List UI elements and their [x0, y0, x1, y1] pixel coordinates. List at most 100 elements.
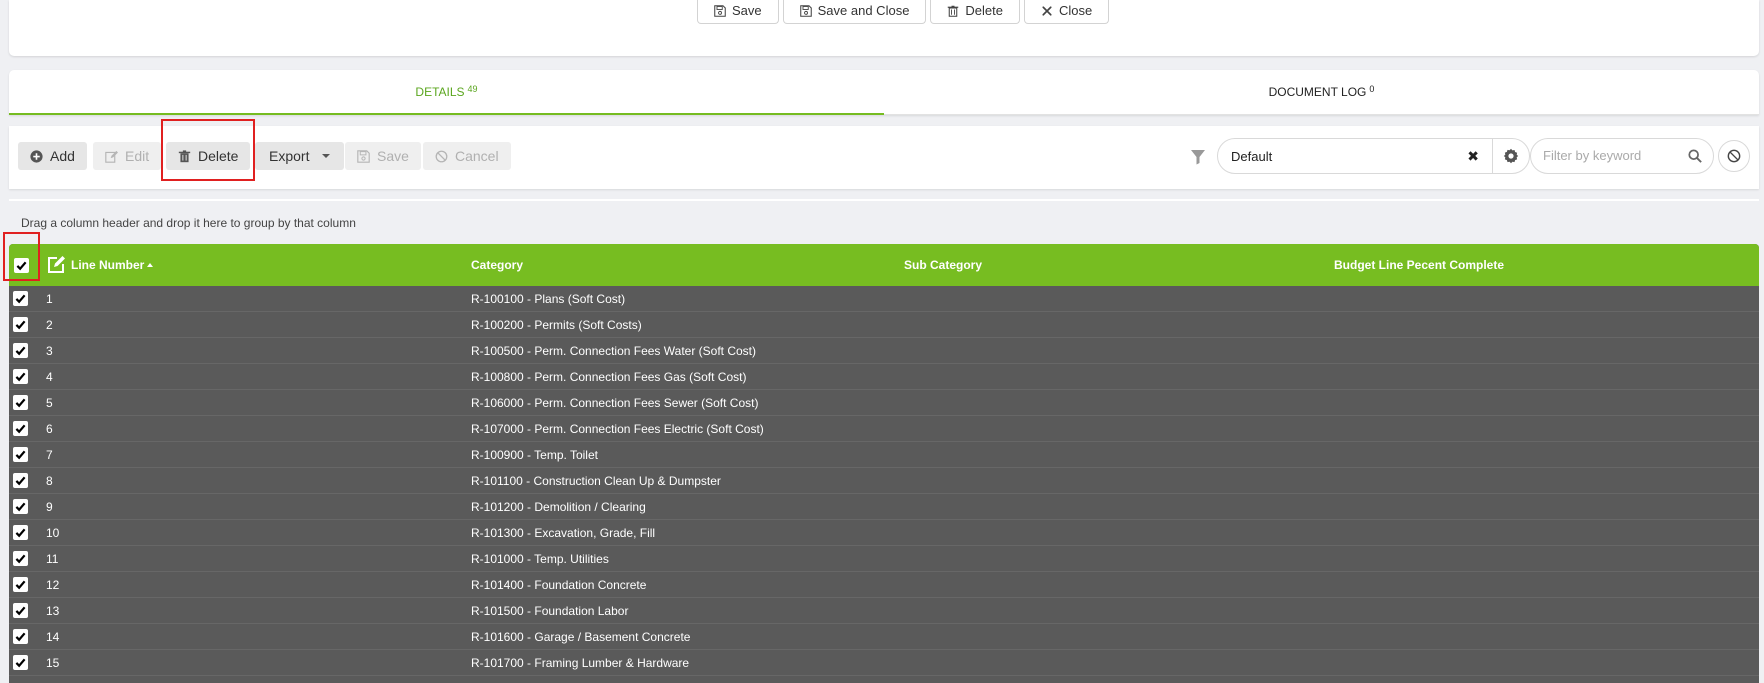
view-selector-value: Default [1231, 149, 1273, 164]
column-header-category[interactable]: Category [471, 258, 523, 272]
column-header-line-number[interactable]: Line Number [71, 258, 154, 272]
row-checkbox[interactable] [13, 629, 28, 644]
checkmark-icon [15, 580, 26, 590]
export-label: Export [269, 148, 310, 164]
save-button[interactable]: Save [697, 0, 779, 24]
checkmark-icon [15, 632, 26, 642]
cell-category: R-101000 - Temp. Utilities [471, 552, 609, 566]
delete-record-button[interactable]: Delete [930, 0, 1020, 24]
cell-category: R-101200 - Demolition / Clearing [471, 500, 646, 514]
row-checkbox[interactable] [13, 577, 28, 592]
table-row[interactable]: 10 R-101300 - Excavation, Grade, Fill [9, 520, 1759, 546]
cell-line-number: 15 [46, 656, 60, 670]
table-row[interactable]: 4 R-100800 - Perm. Connection Fees Gas (S… [9, 364, 1759, 390]
delete-record-label: Delete [965, 3, 1003, 18]
row-checkbox[interactable] [13, 551, 28, 566]
column-header-sub-category[interactable]: Sub Category [904, 258, 982, 272]
plus-circle-icon [30, 149, 43, 163]
save-and-close-button[interactable]: Save and Close [782, 0, 927, 24]
close-button[interactable]: Close [1024, 0, 1110, 24]
cell-line-number: 4 [46, 370, 53, 384]
ban-icon [1727, 149, 1741, 163]
cell-line-number: 6 [46, 422, 53, 436]
table-row[interactable]: 5 R-106000 - Perm. Connection Fees Sewer … [9, 390, 1759, 416]
checkmark-icon [15, 372, 26, 382]
table-row[interactable]: 11 R-101000 - Temp. Utilities [9, 546, 1759, 572]
row-checkbox[interactable] [13, 317, 28, 332]
group-by-hint: Drag a column header and drop it here to… [21, 216, 356, 230]
cell-category: R-101600 - Garage / Basement Concrete [471, 630, 691, 644]
delete-button[interactable]: Delete [166, 142, 251, 170]
keyword-filter-input[interactable] [1543, 148, 1683, 163]
row-checkbox[interactable] [13, 603, 28, 618]
select-all-checkbox[interactable] [14, 258, 29, 273]
add-button[interactable]: Add [18, 142, 87, 170]
table-row[interactable]: 7 R-100900 - Temp. Toilet [9, 442, 1759, 468]
grid-header: Line Number Category Sub Category Budget… [9, 244, 1759, 286]
table-row[interactable]: 6 R-107000 - Perm. Connection Fees Electr… [9, 416, 1759, 442]
table-row[interactable]: 1 R-100100 - Plans (Soft Cost) [9, 286, 1759, 312]
table-row[interactable]: 15 R-101700 - Framing Lumber & Hardware [9, 650, 1759, 676]
checkmark-icon [15, 346, 26, 356]
row-checkbox[interactable] [13, 421, 28, 436]
save-button-label: Save [732, 3, 762, 18]
checkmark-icon [15, 476, 26, 486]
sort-ascending-icon [147, 262, 154, 267]
cell-line-number: 13 [46, 604, 60, 618]
row-checkbox[interactable] [13, 291, 28, 306]
filter-icon[interactable] [1190, 149, 1206, 165]
cancel-button[interactable]: Cancel [423, 142, 511, 170]
checkmark-icon [15, 658, 26, 668]
grid-save-button[interactable]: Save [345, 142, 421, 170]
row-checkbox[interactable] [13, 525, 28, 540]
cell-category: R-101300 - Excavation, Grade, Fill [471, 526, 656, 540]
checkmark-icon [15, 606, 26, 616]
table-row[interactable]: 9 R-101200 - Demolition / Clearing [9, 494, 1759, 520]
column-header-budget-line-percent-complete[interactable]: Budget Line Pecent Complete [1334, 258, 1504, 272]
cell-category: R-106000 - Perm. Connection Fees Sewer (… [471, 396, 759, 410]
row-checkbox[interactable] [13, 473, 28, 488]
trash-icon [178, 149, 191, 162]
row-checkbox[interactable] [13, 369, 28, 384]
tab-document-log-count: 0 [1369, 84, 1375, 94]
grid-rows: 1 R-100100 - Plans (Soft Cost) 2 R-100200 -… [9, 286, 1759, 676]
cell-category: R-101100 - Construction Clean Up & Dumps… [471, 474, 721, 488]
table-row[interactable]: 3 R-100500 - Perm. Connection Fees Water … [9, 338, 1759, 364]
cell-line-number: 14 [46, 630, 60, 644]
table-row[interactable]: 13 R-101500 - Foundation Labor [9, 598, 1759, 624]
tab-document-log-label: DOCUMENT LOG [1268, 85, 1367, 99]
table-row[interactable]: 12 R-101400 - Foundation Concrete [9, 572, 1759, 598]
cell-category: R-100200 - Permits (Soft Costs) [471, 318, 642, 332]
cell-line-number: 1 [46, 292, 53, 306]
export-dropdown[interactable]: Export [255, 142, 345, 170]
edit-button[interactable]: Edit [93, 142, 162, 170]
view-selector-divider [1492, 139, 1493, 173]
tab-details[interactable]: DETAILS 49 [9, 70, 884, 115]
grid-toolbar: Add Edit Delete Export Save Cancel Defau… [9, 119, 1759, 189]
x-icon [1042, 5, 1052, 16]
table-row[interactable]: 14 R-101600 - Garage / Basement Concrete [9, 624, 1759, 650]
checkmark-icon [15, 424, 26, 434]
row-checkbox[interactable] [13, 395, 28, 410]
search-icon[interactable] [1688, 149, 1702, 163]
tab-document-log[interactable]: DOCUMENT LOG 0 [884, 70, 1759, 115]
clear-view-icon[interactable]: ✖ [1467, 149, 1479, 163]
row-checkbox[interactable] [13, 499, 28, 514]
row-checkbox[interactable] [13, 655, 28, 670]
close-button-label: Close [1059, 3, 1093, 18]
top-actions: Save Save and Close Delete Close [697, 0, 1110, 24]
save-and-close-label: Save and Close [817, 3, 910, 18]
row-checkbox[interactable] [13, 447, 28, 462]
cell-category: R-107000 - Perm. Connection Fees Electri… [471, 422, 764, 436]
tabs-bar: DETAILS 49 DOCUMENT LOG 0 [9, 70, 1759, 115]
gear-icon[interactable] [1503, 148, 1519, 164]
table-row[interactable]: 8 R-101100 - Construction Clean Up & Dump… [9, 468, 1759, 494]
add-button-label: Add [50, 148, 75, 164]
row-checkbox[interactable] [13, 343, 28, 358]
cell-line-number: 8 [46, 474, 53, 488]
table-row[interactable]: 2 R-100200 - Permits (Soft Costs) [9, 312, 1759, 338]
clear-filters-button[interactable] [1718, 140, 1750, 172]
edit-icon [105, 150, 118, 163]
keyword-filter [1530, 138, 1714, 174]
view-selector[interactable]: Default ✖ [1217, 138, 1530, 174]
